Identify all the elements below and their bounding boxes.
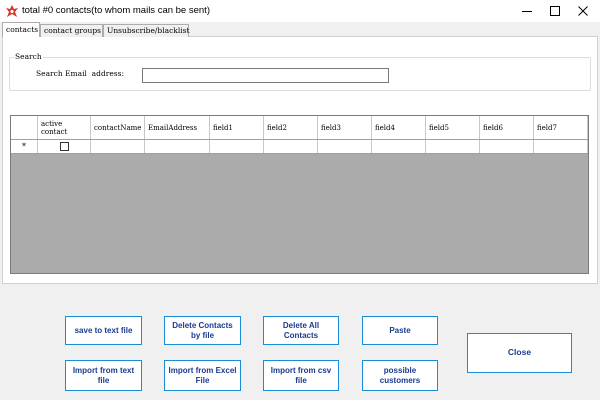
maximize-button[interactable] [541,0,569,22]
active-contact-cell[interactable] [38,140,91,153]
grid-header-row: active contact contactName EmailAddress … [11,116,588,140]
contacts-grid[interactable]: active contact contactName EmailAddress … [10,115,589,274]
search-group-title: Search [14,52,43,61]
column-header-email-address[interactable]: EmailAddress [145,116,210,139]
grid-header-corner[interactable] [11,116,38,139]
field1-cell[interactable] [210,140,264,153]
tab-unsubscribe-blacklist[interactable]: Unsubscribe/blacklist [103,24,190,37]
column-header-field5[interactable]: field5 [426,116,480,139]
column-header-active-contact[interactable]: active contact [38,116,91,139]
field5-cell[interactable] [426,140,480,153]
column-header-contact-name[interactable]: contactName [91,116,145,139]
close-window-button[interactable] [569,0,597,22]
paste-button[interactable]: Paste [362,316,438,345]
main-window: total #0 contacts(to whom mails can be s… [0,0,600,400]
save-to-text-file-button[interactable]: save to text file [65,316,142,345]
tab-contact-groups[interactable]: contact groups [40,24,103,37]
row-marker-new: * [11,140,38,153]
window-title: total #0 contacts(to whom mails can be s… [22,5,210,16]
active-contact-checkbox[interactable] [59,142,69,151]
delete-all-contacts-button[interactable]: Delete All Contacts [263,316,339,345]
field6-cell[interactable] [480,140,534,153]
minimize-button[interactable] [513,0,541,22]
import-from-text-file-button[interactable]: Import from text file [65,360,142,391]
minimize-icon [522,11,532,12]
grid-new-row[interactable]: * [11,140,588,154]
tab-contacts[interactable]: contacts [2,22,40,37]
delete-contacts-by-file-button[interactable]: Delete Contacts by file [164,316,241,345]
column-header-field7[interactable]: field7 [534,116,588,139]
import-from-csv-file-button[interactable]: Import from csv file [263,360,339,391]
possible-customers-button[interactable]: possible customers [362,360,438,391]
close-icon [578,6,588,16]
app-logo-icon [6,5,18,17]
column-header-field4[interactable]: field4 [372,116,426,139]
field4-cell[interactable] [372,140,426,153]
field7-cell[interactable] [534,140,588,153]
contact-name-cell[interactable] [91,140,145,153]
column-header-field6[interactable]: field6 [480,116,534,139]
field2-cell[interactable] [264,140,318,153]
maximize-icon [550,6,560,16]
search-email-label: Search Email address: [36,69,124,78]
import-from-excel-file-button[interactable]: Import from Excel File [164,360,241,391]
title-bar[interactable]: total #0 contacts(to whom mails can be s… [0,0,600,22]
field3-cell[interactable] [318,140,372,153]
email-address-cell[interactable] [145,140,210,153]
column-header-field2[interactable]: field2 [264,116,318,139]
column-header-field3[interactable]: field3 [318,116,372,139]
close-button[interactable]: Close [467,333,572,373]
search-email-input[interactable] [142,68,389,83]
column-header-field1[interactable]: field1 [210,116,264,139]
